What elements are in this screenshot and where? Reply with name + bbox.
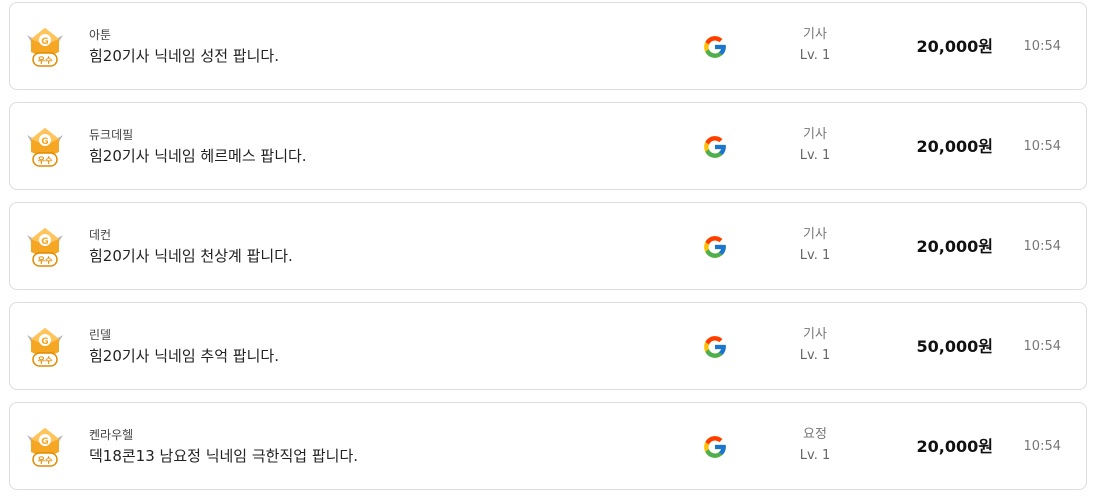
character-level: Lv. 1 — [799, 48, 831, 63]
svg-text:G: G — [41, 337, 48, 347]
character-level: Lv. 1 — [799, 448, 831, 463]
listing-title[interactable]: 힘20기사 닉네임 헤르메스 팝니다. — [89, 146, 307, 166]
listing-title[interactable]: 덱18콘13 남요정 닉네임 극한직업 팝니다. — [89, 446, 358, 466]
svg-text:우수: 우수 — [38, 356, 53, 365]
listing-time: 10:54 — [1023, 139, 1061, 154]
svg-text:우수: 우수 — [38, 256, 53, 265]
seller-name: 듀크데필 — [89, 128, 134, 142]
seller-grade-badge-icon: G 우수 — [24, 325, 66, 369]
listing-row[interactable]: G 우수 데컨 힘20기사 닉네임 천상계 팝니다. 기사 Lv. 1 20,0… — [9, 202, 1087, 290]
listing-title[interactable]: 힘20기사 닉네임 성전 팝니다. — [89, 46, 279, 66]
seller-name: 린델 — [89, 328, 112, 342]
seller-grade-badge-icon: G 우수 — [24, 425, 66, 469]
svg-text:G: G — [41, 137, 48, 147]
listing-time: 10:54 — [1023, 439, 1061, 454]
google-icon — [702, 434, 728, 460]
google-icon — [702, 34, 728, 60]
listing-price: 20,000원 — [916, 437, 993, 456]
listing-price: 20,000원 — [916, 137, 993, 156]
svg-text:G: G — [41, 237, 48, 247]
listing-title[interactable]: 힘20기사 닉네임 천상계 팝니다. — [89, 246, 293, 266]
listing-row[interactable]: G 우수 아툰 힘20기사 닉네임 성전 팝니다. 기사 Lv. 1 20,00… — [9, 2, 1087, 90]
server-name: 기사 — [803, 327, 827, 342]
seller-name: 아툰 — [89, 28, 112, 42]
server-name: 기사 — [803, 127, 827, 142]
listing-title[interactable]: 힘20기사 닉네임 추억 팝니다. — [89, 346, 279, 366]
listing-time: 10:54 — [1023, 339, 1061, 354]
svg-text:우수: 우수 — [38, 456, 53, 465]
character-level: Lv. 1 — [799, 348, 831, 363]
listing-row[interactable]: G 우수 린델 힘20기사 닉네임 추억 팝니다. 기사 Lv. 1 50,00… — [9, 302, 1087, 390]
listing-price: 50,000원 — [916, 337, 993, 356]
listing-row[interactable]: G 우수 듀크데필 힘20기사 닉네임 헤르메스 팝니다. 기사 Lv. 1 2… — [9, 102, 1087, 190]
seller-grade-badge-icon: G 우수 — [24, 25, 66, 69]
listing-price: 20,000원 — [916, 237, 993, 256]
character-level: Lv. 1 — [799, 248, 831, 263]
svg-text:G: G — [41, 37, 48, 47]
listing-time: 10:54 — [1023, 239, 1061, 254]
seller-name: 켄라우헬 — [89, 428, 134, 442]
google-icon — [702, 234, 728, 260]
google-icon — [702, 134, 728, 160]
server-name: 기사 — [803, 227, 827, 242]
svg-text:우수: 우수 — [38, 56, 53, 65]
seller-grade-badge-icon: G 우수 — [24, 125, 66, 169]
svg-text:G: G — [41, 437, 48, 447]
server-name: 기사 — [803, 27, 827, 42]
listing-row[interactable]: G 우수 켄라우헬 덱18콘13 남요정 닉네임 극한직업 팝니다. 요정 Lv… — [9, 402, 1087, 490]
svg-text:우수: 우수 — [38, 156, 53, 165]
listing-time: 10:54 — [1023, 39, 1061, 54]
google-icon — [702, 334, 728, 360]
server-name: 요정 — [803, 427, 827, 442]
character-level: Lv. 1 — [799, 148, 831, 163]
seller-grade-badge-icon: G 우수 — [24, 225, 66, 269]
listing-list: G 우수 아툰 힘20기사 닉네임 성전 팝니다. 기사 Lv. 1 20,00… — [0, 0, 1096, 498]
seller-name: 데컨 — [89, 228, 112, 242]
listing-price: 20,000원 — [916, 37, 993, 56]
